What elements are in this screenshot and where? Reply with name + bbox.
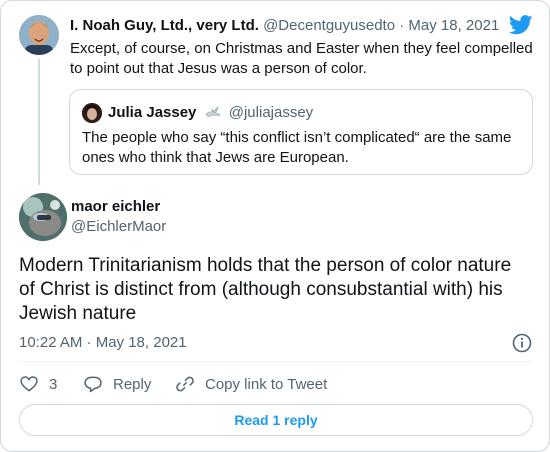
quoted-avatar [82, 103, 102, 123]
link-icon [176, 376, 194, 392]
quoted-tweet-header: Julia Jassey @juliajassey [108, 104, 313, 122]
parent-display-name[interactable]: I. Noah Guy, Ltd., very Ltd. [70, 17, 259, 34]
quoted-tweet-text: The people who say “this conflict isn’t … [82, 129, 512, 166]
main-handle[interactable]: @EichlerMaor [71, 218, 166, 236]
copy-link-button[interactable]: Copy link to Tweet [175, 373, 327, 395]
parent-avatar[interactable] [19, 15, 59, 55]
parent-handle[interactable]: @Decentguyusedto [263, 17, 395, 34]
main-avatar[interactable] [19, 193, 67, 241]
parent-tweet-header: I. Noah Guy, Ltd., very Ltd. @Decentguyu… [70, 17, 500, 35]
like-button[interactable]: 3 [19, 373, 57, 395]
tweet-embed-card: I. Noah Guy, Ltd., very Ltd. @Decentguyu… [0, 0, 550, 452]
reply-bubble-icon [84, 376, 102, 393]
header-separator: · [399, 17, 405, 34]
main-display-name[interactable]: maor eichler [71, 198, 160, 216]
reply-button[interactable]: Reply [83, 373, 151, 395]
heart-icon [20, 376, 38, 392]
parent-date[interactable]: May 18, 2021 [408, 17, 499, 34]
info-icon[interactable] [511, 332, 533, 354]
divider [19, 361, 533, 362]
dove-icon [205, 106, 221, 117]
thread-connector-line [38, 59, 40, 185]
quoted-handle: @juliajassey [228, 104, 314, 121]
main-tweet-text: Modern Trinitarianism holds that the per… [19, 255, 512, 324]
parent-tweet-text: Except, of course, on Christmas and East… [70, 40, 533, 77]
quoted-display-name: Julia Jassey [108, 104, 197, 121]
like-count: 3 [49, 375, 58, 393]
quoted-tweet[interactable]: Julia Jassey @juliajassey The people who… [69, 89, 533, 175]
copy-link-label: Copy link to Tweet [205, 375, 328, 393]
read-replies-button[interactable]: Read 1 reply [19, 404, 533, 436]
tweet-timestamp[interactable]: 10:22 AM · May 18, 2021 [19, 334, 187, 352]
reply-label: Reply [113, 375, 152, 393]
twitter-bird-icon[interactable] [509, 15, 533, 35]
